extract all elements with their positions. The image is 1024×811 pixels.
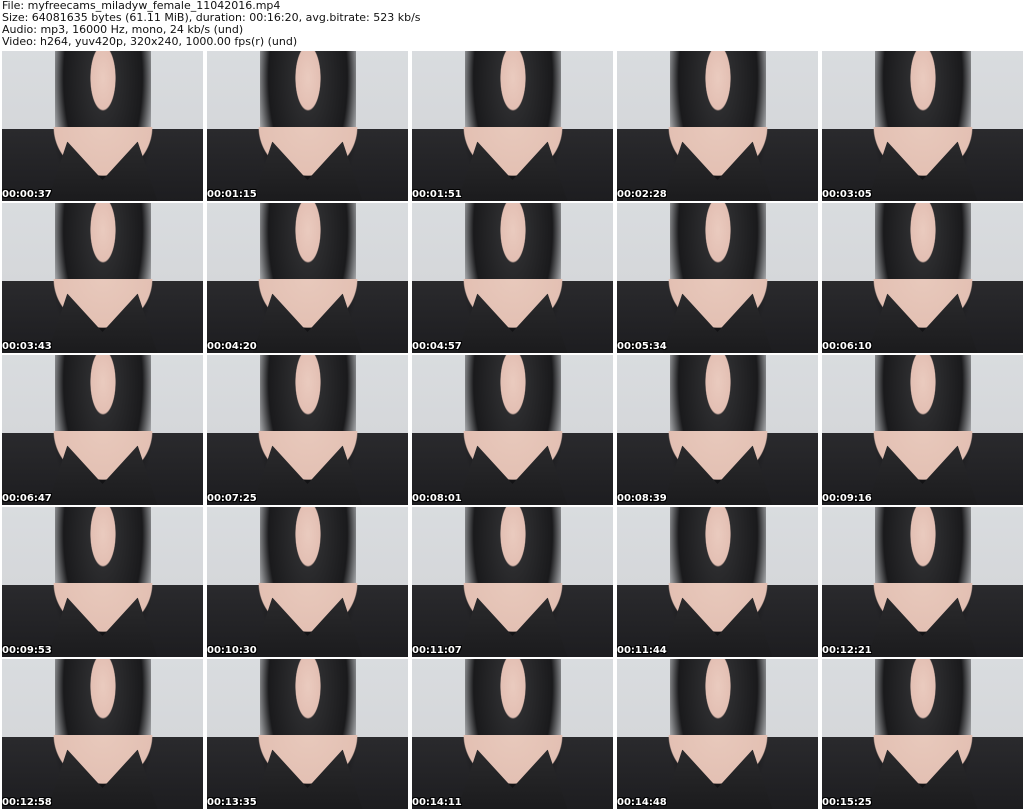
subject-silhouette: [457, 141, 568, 201]
subject-silhouette: [47, 597, 158, 657]
subject-silhouette: [252, 293, 363, 353]
subject-silhouette: [867, 141, 978, 201]
video-thumbnail: 00:06:10: [822, 203, 1023, 353]
video-thumbnail: 00:01:51: [412, 51, 613, 201]
video-thumbnail: 00:15:25: [822, 659, 1023, 809]
subject-silhouette: [457, 749, 568, 809]
thumbnail-timestamp: 00:08:39: [617, 493, 667, 504]
subject-silhouette: [252, 597, 363, 657]
subject-silhouette: [867, 597, 978, 657]
subject-silhouette: [47, 293, 158, 353]
thumbnail-timestamp: 00:09:16: [822, 493, 872, 504]
thumbnail-timestamp: 00:05:34: [617, 341, 667, 352]
video-info-line: Video: h264, yuv420p, 320x240, 1000.00 f…: [2, 35, 298, 48]
video-thumbnail: 00:02:28: [617, 51, 818, 201]
thumbnail-timestamp: 00:01:51: [412, 189, 462, 200]
thumbnail-timestamp: 00:08:01: [412, 493, 462, 504]
video-thumbnail: 00:03:43: [2, 203, 203, 353]
thumbnail-timestamp: 00:14:11: [412, 797, 462, 808]
video-thumbnail: 00:11:44: [617, 507, 818, 657]
subject-silhouette: [662, 597, 773, 657]
thumbnail-timestamp: 00:12:21: [822, 645, 872, 656]
subject-silhouette: [47, 141, 158, 201]
thumbnail-timestamp: 00:11:07: [412, 645, 462, 656]
video-thumbnail: 00:07:25: [207, 355, 408, 505]
video-thumbnail: 00:03:05: [822, 51, 1023, 201]
subject-silhouette: [457, 597, 568, 657]
thumbnail-timestamp: 00:06:47: [2, 493, 52, 504]
thumbnail-timestamp: 00:03:43: [2, 341, 52, 352]
subject-silhouette: [662, 141, 773, 201]
video-thumbnail: 00:09:16: [822, 355, 1023, 505]
thumbnail-timestamp: 00:04:57: [412, 341, 462, 352]
subject-silhouette: [47, 445, 158, 505]
thumbnail-timestamp: 00:06:10: [822, 341, 872, 352]
video-thumbnail: 00:06:47: [2, 355, 203, 505]
thumbnail-timestamp: 00:02:28: [617, 189, 667, 200]
video-thumbnail: 00:11:07: [412, 507, 613, 657]
video-thumbnail: 00:04:57: [412, 203, 613, 353]
thumbnail-timestamp: 00:11:44: [617, 645, 667, 656]
thumbnail-grid: 00:00:37 00:01:15 00:01:51 00:02:28 00:0…: [2, 51, 1024, 811]
subject-silhouette: [867, 445, 978, 505]
file-info-header: File: myfreecams_miladyw_female_11042016…: [0, 0, 1024, 50]
thumbnail-timestamp: 00:07:25: [207, 493, 257, 504]
thumbnail-timestamp: 00:09:53: [2, 645, 52, 656]
thumbnail-timestamp: 00:01:15: [207, 189, 257, 200]
video-thumbnail: 00:14:48: [617, 659, 818, 809]
video-thumbnail: 00:10:30: [207, 507, 408, 657]
thumbnail-timestamp: 00:04:20: [207, 341, 257, 352]
thumbnail-timestamp: 00:10:30: [207, 645, 257, 656]
video-thumbnail: 00:09:53: [2, 507, 203, 657]
video-thumbnail: 00:01:15: [207, 51, 408, 201]
thumbnail-timestamp: 00:12:58: [2, 797, 52, 808]
subject-silhouette: [252, 749, 363, 809]
video-thumbnail: 00:05:34: [617, 203, 818, 353]
thumbnail-timestamp: 00:00:37: [2, 189, 52, 200]
subject-silhouette: [47, 749, 158, 809]
thumbnail-timestamp: 00:03:05: [822, 189, 872, 200]
video-thumbnail: 00:12:21: [822, 507, 1023, 657]
video-thumbnail: 00:00:37: [2, 51, 203, 201]
subject-silhouette: [457, 445, 568, 505]
subject-silhouette: [662, 445, 773, 505]
subject-silhouette: [662, 749, 773, 809]
video-thumbnail: 00:08:39: [617, 355, 818, 505]
subject-silhouette: [867, 749, 978, 809]
subject-silhouette: [457, 293, 568, 353]
subject-silhouette: [867, 293, 978, 353]
video-thumbnail: 00:04:20: [207, 203, 408, 353]
video-thumbnail: 00:12:58: [2, 659, 203, 809]
thumbnail-timestamp: 00:15:25: [822, 797, 872, 808]
subject-silhouette: [662, 293, 773, 353]
subject-silhouette: [252, 141, 363, 201]
subject-silhouette: [252, 445, 363, 505]
video-thumbnail: 00:13:35: [207, 659, 408, 809]
thumbnail-timestamp: 00:14:48: [617, 797, 667, 808]
thumbnail-timestamp: 00:13:35: [207, 797, 257, 808]
video-thumbnail: 00:14:11: [412, 659, 613, 809]
video-thumbnail: 00:08:01: [412, 355, 613, 505]
